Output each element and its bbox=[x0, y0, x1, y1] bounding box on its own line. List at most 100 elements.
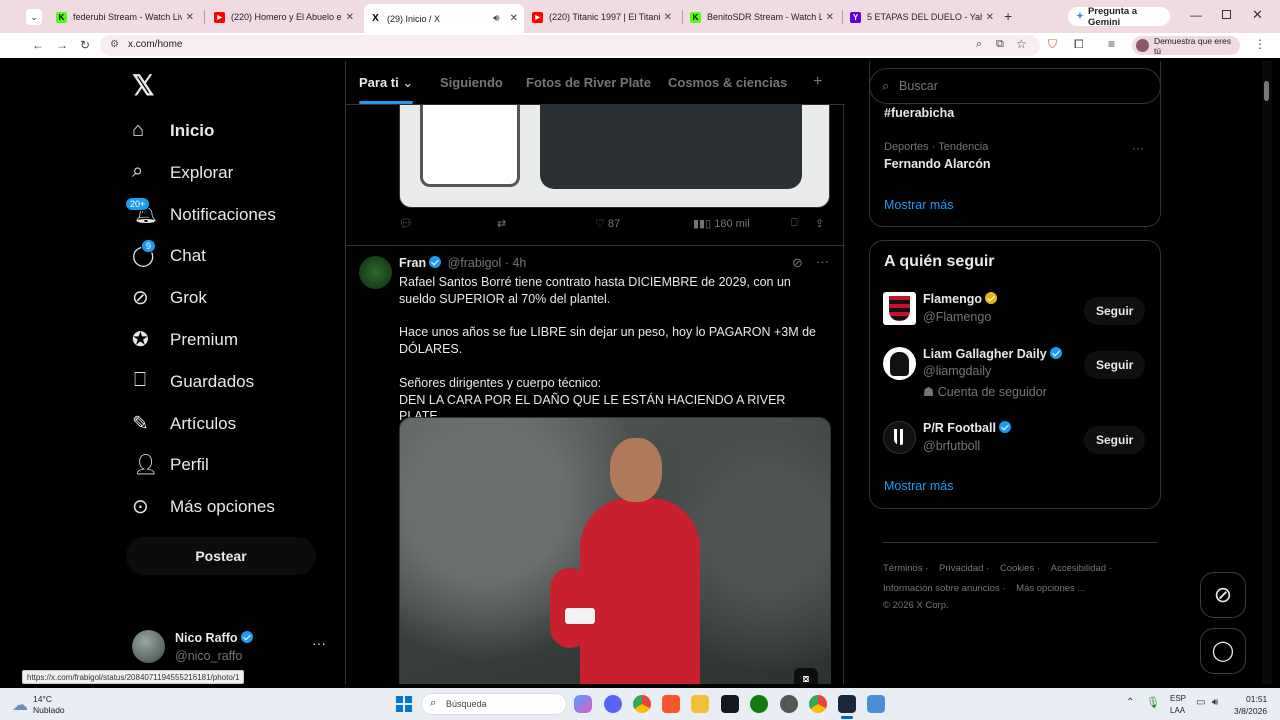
previous-post-media[interactable] bbox=[399, 105, 830, 208]
site-info-icon[interactable]: ⚙ bbox=[110, 39, 119, 50]
close-tab-icon[interactable]: ✕ bbox=[510, 13, 518, 24]
post[interactable]: Fran @frabigol · 4h ⊘ ··· Rafael Santos … bbox=[346, 246, 845, 684]
xbox-icon[interactable] bbox=[750, 695, 768, 713]
browser-tab[interactable]: Y 5 ETAPAS DEL DUELO - Yahoo S ✕ bbox=[844, 6, 1000, 28]
sidebar-item-chat[interactable]: Chat bbox=[170, 246, 206, 266]
back-icon[interactable]: ← bbox=[32, 38, 44, 52]
app-icon[interactable] bbox=[780, 695, 798, 713]
close-tab-icon[interactable]: ✕ bbox=[986, 12, 994, 23]
post-menu-icon[interactable]: ··· bbox=[816, 254, 829, 269]
close-tab-icon[interactable]: ✕ bbox=[346, 12, 354, 23]
search-icon[interactable]: ⌕ bbox=[132, 160, 143, 183]
bookmark-star-icon[interactable]: ☆ bbox=[1016, 37, 1027, 51]
avatar[interactable] bbox=[883, 347, 916, 380]
x-logo[interactable]: 𝕏 bbox=[132, 69, 155, 102]
mic-icon[interactable]: 🎙︎ bbox=[1146, 696, 1160, 709]
avatar[interactable] bbox=[883, 292, 916, 325]
maximize-icon[interactable] bbox=[1222, 10, 1231, 19]
grok-icon[interactable]: ⊘ bbox=[132, 285, 149, 310]
account-menu-icon[interactable]: ··· bbox=[312, 635, 326, 651]
steam-icon[interactable] bbox=[838, 695, 856, 713]
new-tab-icon[interactable]: + bbox=[1004, 8, 1012, 24]
speaker-icon[interactable]: 🔊︎ bbox=[493, 13, 499, 24]
weather-temp[interactable]: 14°C bbox=[33, 694, 52, 704]
sidebar-item-inicio[interactable]: Inicio bbox=[170, 121, 214, 141]
views-icon[interactable]: ▮▮▯ 180 mil bbox=[693, 217, 750, 230]
grok-image-icon[interactable]: ⧇ bbox=[794, 668, 818, 684]
post-button[interactable]: Postear bbox=[126, 537, 316, 575]
premium-icon[interactable]: ✪ bbox=[132, 327, 149, 352]
photos-icon[interactable] bbox=[867, 695, 885, 713]
close-tab-icon[interactable]: ✕ bbox=[826, 12, 834, 23]
sidebar-item-notificaciones[interactable]: Notificaciones bbox=[170, 205, 276, 225]
tab-siguiendo[interactable]: Siguiendo bbox=[440, 75, 503, 90]
close-tab-icon[interactable]: ✕ bbox=[664, 12, 672, 23]
footer-link-mas-opciones[interactable]: Más opciones ... bbox=[1016, 583, 1085, 594]
address-bar[interactable]: ⚙ ⌕ ⧉ ☆ bbox=[100, 35, 1040, 56]
home-icon[interactable]: ⌂ bbox=[132, 119, 144, 142]
bookmark-icon[interactable]: ⎕ bbox=[134, 369, 146, 392]
chrome-icon[interactable] bbox=[633, 695, 651, 713]
brave-icon[interactable] bbox=[662, 695, 680, 713]
repost-icon[interactable]: ⇄ bbox=[497, 217, 506, 230]
footer-link-anuncios[interactable]: Información sobre anuncios bbox=[883, 583, 1000, 594]
tab-fotos-river[interactable]: Fotos de River Plate bbox=[526, 75, 651, 90]
tab-para-ti[interactable]: Para ti ⌄ bbox=[359, 75, 413, 91]
zoom-icon[interactable]: ⌕ bbox=[976, 38, 982, 51]
scrollbar[interactable] bbox=[1262, 61, 1272, 684]
sidebar-item-explorar[interactable]: Explorar bbox=[170, 163, 233, 183]
tray-chevron-icon[interactable]: ⌃ bbox=[1126, 697, 1134, 708]
footer-link-accesibilidad[interactable]: Accesibilidad bbox=[1051, 563, 1106, 574]
copilot-icon[interactable] bbox=[574, 695, 592, 713]
sidebar-item-grok[interactable]: Grok bbox=[170, 288, 207, 308]
windows-start-icon[interactable] bbox=[396, 696, 412, 712]
avatar[interactable] bbox=[359, 256, 392, 289]
follow-button[interactable]: Seguir bbox=[1084, 426, 1146, 454]
profile-icon[interactable]: 👤︎ bbox=[133, 452, 158, 477]
tab-cosmos[interactable]: Cosmos & ciencias bbox=[668, 75, 787, 90]
reload-icon[interactable]: ↻ bbox=[80, 38, 90, 52]
file-explorer-icon[interactable] bbox=[691, 695, 709, 713]
follow-button[interactable]: Seguir bbox=[1084, 297, 1146, 325]
more-options-icon[interactable]: ⊙ bbox=[132, 494, 149, 519]
trend-name[interactable]: Fernando Alarcón bbox=[884, 157, 991, 171]
forward-icon[interactable]: → bbox=[56, 38, 68, 52]
browser-tab-active[interactable]: X (29) Inicio / X 🔊︎ ✕ bbox=[364, 4, 524, 33]
tradingview-icon[interactable] bbox=[721, 695, 739, 713]
grok-icon[interactable]: ⊘ bbox=[792, 255, 803, 271]
cloud-icon[interactable]: ☁ bbox=[12, 695, 28, 715]
profile-chip[interactable]: Demuestra que eres tú bbox=[1132, 36, 1240, 56]
gemini-button[interactable]: ✦ Pregunta a Gemini bbox=[1068, 6, 1170, 28]
follow-button[interactable]: Seguir bbox=[1084, 351, 1146, 379]
display-icon[interactable]: ▭ bbox=[1196, 697, 1205, 708]
show-more-link[interactable]: Mostrar más bbox=[884, 479, 953, 493]
post-author[interactable]: Fran bbox=[399, 256, 426, 270]
extensions-icon[interactable]: ⧠ bbox=[1074, 37, 1084, 52]
clock-time[interactable]: 01:51 bbox=[1246, 694, 1267, 704]
menu-kebab-icon[interactable]: ⋮ bbox=[1254, 37, 1266, 51]
minimize-icon[interactable]: — bbox=[1190, 8, 1202, 22]
sidebar-item-articulos[interactable]: Artículos bbox=[170, 414, 236, 434]
sidebar-item-mas-opciones[interactable]: Más opciones bbox=[170, 497, 275, 517]
post-handle[interactable]: @frabigol bbox=[448, 256, 502, 270]
reading-list-icon[interactable]: ≡ bbox=[1108, 37, 1115, 51]
articles-icon[interactable]: ✎ bbox=[132, 411, 149, 436]
sidebar-item-premium[interactable]: Premium bbox=[170, 330, 238, 350]
chrome-icon[interactable] bbox=[809, 695, 827, 713]
browser-tab[interactable]: K federubi Stream - Watch Live o ✕ bbox=[50, 6, 200, 28]
lang-indicator[interactable]: ESP bbox=[1170, 694, 1186, 703]
show-more-link[interactable]: Mostrar más bbox=[884, 198, 953, 212]
add-tab-icon[interactable]: + bbox=[813, 73, 822, 91]
trend-menu-icon[interactable]: ··· bbox=[1132, 141, 1144, 155]
scrollbar-thumb[interactable] bbox=[1264, 81, 1269, 101]
like-icon[interactable]: ♡ 87 bbox=[595, 217, 620, 230]
tab-search-icon[interactable]: ⌄ bbox=[26, 9, 42, 25]
footer-link-cookies[interactable]: Cookies bbox=[1000, 563, 1034, 574]
browser-tab[interactable]: ▶ (220) Homero y El Abuelo en la ✕ bbox=[208, 6, 360, 28]
avatar[interactable] bbox=[883, 421, 916, 454]
discord-icon[interactable] bbox=[604, 695, 622, 713]
trend-name[interactable]: #fuerabicha bbox=[884, 106, 954, 120]
weather-desc[interactable]: Nublado bbox=[33, 705, 65, 715]
volume-icon[interactable]: 🔊︎ bbox=[1212, 697, 1218, 708]
account-switcher[interactable]: Nico Raffo @nico_raffo ··· bbox=[130, 629, 330, 669]
